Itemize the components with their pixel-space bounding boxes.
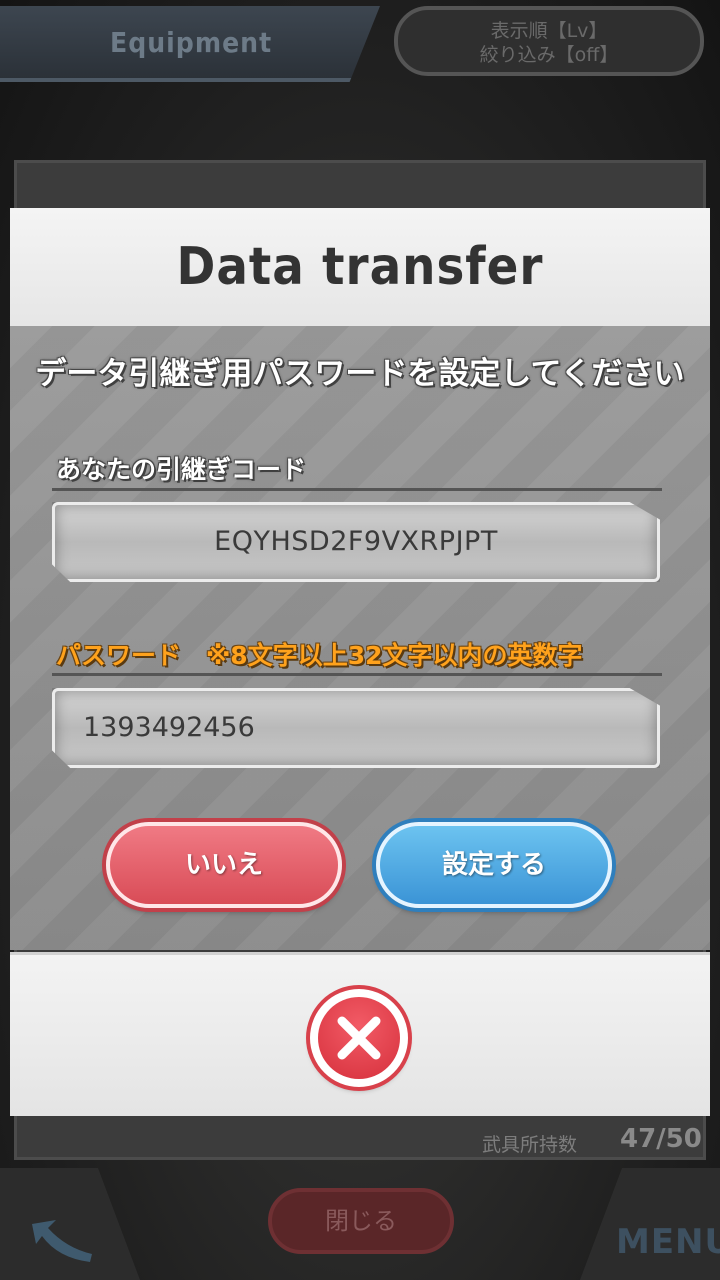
dialog-footer — [10, 952, 710, 1116]
set-button[interactable]: 設定する — [376, 822, 612, 908]
instruction-text: データ引継ぎ用パスワードを設定してください — [35, 356, 685, 392]
dialog-title: Data transfer — [176, 237, 544, 297]
dialog-header: Data transfer — [10, 208, 710, 329]
back-arrow-icon[interactable] — [26, 1214, 96, 1266]
dialog-body: データ引継ぎ用パスワードを設定してください あなたの引継ぎコード EQYHSD2… — [10, 326, 710, 950]
close-x-icon — [337, 1016, 381, 1060]
sort-label: 表示順【Lv】 — [490, 20, 608, 42]
weapon-count-label: 武具所持数 — [482, 1134, 578, 1156]
filter-label: 絞り込み【off】 — [479, 44, 619, 66]
sort-filter-button[interactable]: 表示順【Lv】 絞り込み【off】 — [394, 6, 704, 76]
divider — [52, 488, 662, 491]
top-bar: Equipment 表示順【Lv】 絞り込み【off】 — [0, 0, 720, 92]
data-transfer-dialog: Data transfer データ引継ぎ用パスワードを設定してください あなたの… — [10, 208, 710, 1116]
password-label: パスワード ※8文字以上32文字以内の英数字 — [56, 641, 583, 670]
no-button[interactable]: いいえ — [106, 822, 342, 908]
close-list-button[interactable]: 閉じる — [268, 1188, 454, 1254]
transfer-code-field[interactable]: EQYHSD2F9VXRPJPT — [52, 502, 660, 582]
divider — [52, 673, 662, 676]
password-value: 1393492456 — [83, 712, 255, 743]
transfer-code-value: EQYHSD2F9VXRPJPT — [214, 526, 498, 557]
weapon-count: 47/50 — [620, 1124, 702, 1154]
close-dialog-button[interactable] — [310, 989, 408, 1087]
transfer-code-label: あなたの引継ぎコード — [56, 455, 307, 484]
equipment-tab-label: Equipment — [110, 26, 273, 59]
menu-label: MENU — [616, 1222, 720, 1262]
password-input[interactable]: 1393492456 — [52, 688, 660, 768]
